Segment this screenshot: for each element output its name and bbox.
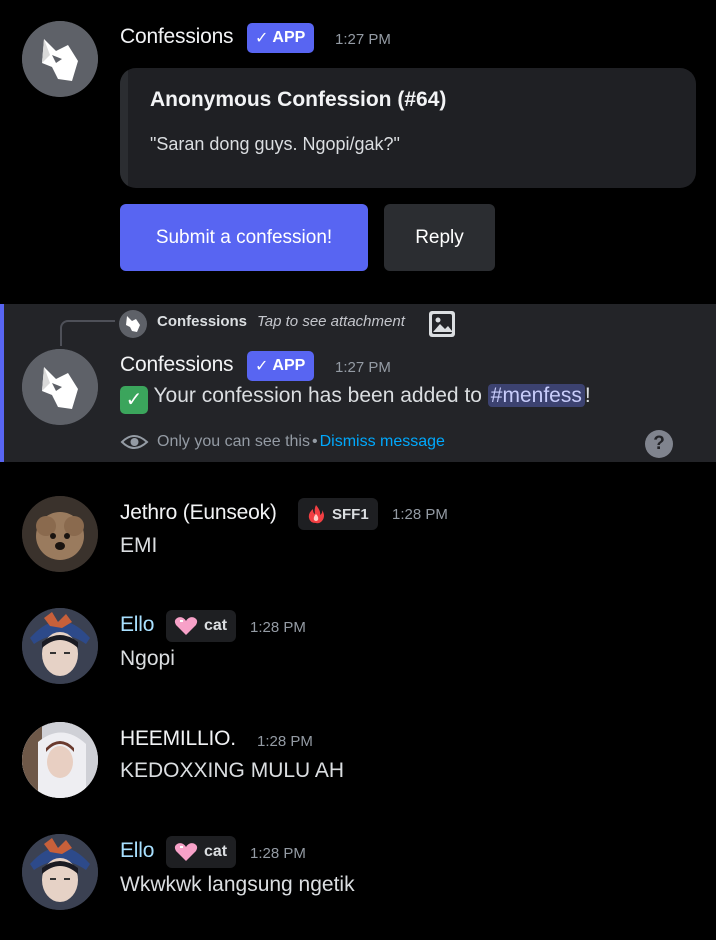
submit-confession-button[interactable]: Submit a confession! xyxy=(120,204,368,271)
reply-author[interactable]: Confessions xyxy=(157,313,247,330)
reply-preview-text[interactable]: Tap to see attachment xyxy=(257,313,405,330)
message-text-suffix: ! xyxy=(584,384,591,407)
dismiss-message-link[interactable]: Dismiss message xyxy=(320,433,445,451)
confession-embed: Anonymous Confession (#64) "Saran dong g… xyxy=(120,68,696,188)
role-tag-label: cat xyxy=(204,843,228,860)
message-author[interactable]: Confessions xyxy=(120,25,234,49)
user-avatar[interactable] xyxy=(22,834,98,910)
reply-connector xyxy=(60,320,115,346)
role-tag[interactable]: SFF1 xyxy=(298,498,378,530)
ephemeral-accent-bar xyxy=(0,304,4,462)
message-author[interactable]: Confessions xyxy=(120,353,234,377)
role-tag-label: cat xyxy=(204,617,228,634)
ephemeral-notice: Only you can see this • Dismiss message xyxy=(120,430,445,454)
user-avatar[interactable] xyxy=(22,722,98,798)
message-timestamp: 1:28 PM xyxy=(392,506,448,523)
message-text: Wkwkwk langsung ngetik xyxy=(120,873,355,896)
message-timestamp: 1:27 PM xyxy=(335,31,391,48)
message-text: KEDOXXING MULU AH xyxy=(120,759,345,782)
help-icon[interactable]: ? xyxy=(645,430,673,458)
check-icon: ✓ xyxy=(255,30,269,47)
notice-separator: • xyxy=(311,433,318,450)
app-badge-label: APP xyxy=(272,357,306,374)
user-avatar[interactable] xyxy=(22,608,98,684)
message-author[interactable]: Ello xyxy=(120,839,154,863)
person-avatar-icon xyxy=(22,722,98,798)
embed-title: Anonymous Confession (#64) xyxy=(150,88,447,111)
dog-avatar-icon xyxy=(22,496,98,572)
channel-mention[interactable]: #menfess xyxy=(487,384,585,407)
role-tag-label: SFF1 xyxy=(332,505,369,523)
message-author[interactable]: Jethro (Eunseok) xyxy=(120,501,277,525)
message-text: Ngopi xyxy=(120,647,175,670)
reply-button[interactable]: Reply xyxy=(384,204,495,271)
fox-logo-icon xyxy=(22,21,98,97)
reply-avatar[interactable] xyxy=(119,310,147,338)
image-icon xyxy=(429,311,455,337)
message-timestamp: 1:27 PM xyxy=(335,359,391,376)
person-avatar-icon xyxy=(22,834,98,910)
role-tag[interactable]: cat xyxy=(166,610,237,642)
message-text: Your confession has been added to xyxy=(153,384,482,407)
confessions-avatar[interactable] xyxy=(22,21,98,97)
message-author[interactable]: Ello xyxy=(120,613,154,637)
app-badge-label: APP xyxy=(272,29,306,46)
message-timestamp: 1:28 PM xyxy=(250,845,306,862)
confessions-avatar[interactable] xyxy=(22,349,98,425)
embed-accent-bar xyxy=(120,68,128,188)
message-timestamp: 1:28 PM xyxy=(250,619,306,636)
message-author[interactable]: HEEMILLIO. xyxy=(120,727,236,751)
app-badge: ✓ APP xyxy=(247,23,315,53)
app-badge: ✓ APP xyxy=(247,351,315,381)
role-tag[interactable]: cat xyxy=(166,836,237,868)
ephemeral-message: Confessions Tap to see attachment Confes… xyxy=(0,304,716,462)
fire-icon xyxy=(308,505,324,524)
ephemeral-notice-text: Only you can see this xyxy=(157,433,310,450)
fox-logo-icon xyxy=(126,316,140,332)
eye-icon xyxy=(120,435,149,449)
check-mark-icon: ✓ xyxy=(120,386,148,414)
check-icon: ✓ xyxy=(255,358,269,375)
person-avatar-icon xyxy=(22,608,98,684)
embed-description: "Saran dong guys. Ngopi/gak?" xyxy=(150,134,400,154)
user-avatar[interactable] xyxy=(22,496,98,572)
message-content: ✓ Your confession has been added to #men… xyxy=(120,384,591,414)
fox-logo-icon xyxy=(22,349,98,425)
heart-icon xyxy=(174,843,198,861)
heart-icon xyxy=(174,617,198,635)
message-timestamp: 1:28 PM xyxy=(257,733,313,750)
message-text: EMI xyxy=(120,534,158,557)
